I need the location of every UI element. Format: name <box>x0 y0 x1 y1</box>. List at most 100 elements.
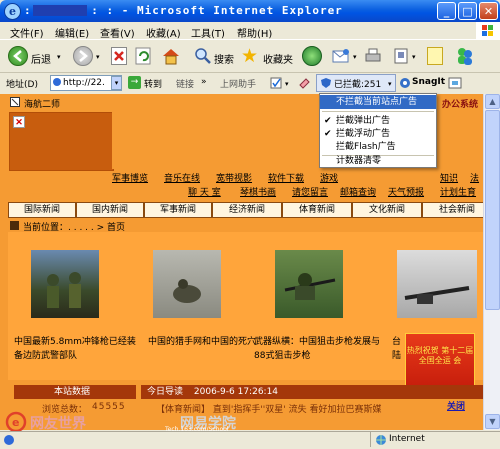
stop-icon[interactable] <box>111 47 127 65</box>
edit-dropdown-icon[interactable]: ▾ <box>412 53 416 61</box>
news-caption[interactable]: 中国的猎手网和中国的死穴 <box>148 335 260 349</box>
back-dropdown-icon[interactable]: ▾ <box>57 53 61 61</box>
nav-link[interactable]: 天气预报 <box>388 185 424 198</box>
menu-tools[interactable]: 工具(T) <box>191 25 225 40</box>
menu-item-reset-counter[interactable]: 计数器清零 <box>320 154 436 168</box>
address-label: 地址(D) <box>6 80 38 90</box>
mail-icon[interactable] <box>332 47 352 65</box>
nav-link[interactable]: 聊 天 室 <box>188 185 221 198</box>
nav-link[interactable]: 请您留言 <box>292 185 328 198</box>
mail-dropdown-icon[interactable]: ▾ <box>353 53 357 61</box>
scroll-up-icon[interactable]: ▲ <box>485 94 500 109</box>
news-photo[interactable] <box>31 250 99 318</box>
tab-international-news[interactable]: 国际新闻 <box>8 202 76 218</box>
search-button[interactable]: 搜索 <box>214 51 234 66</box>
nav-link[interactable]: 法 <box>470 171 479 184</box>
tab-domestic-news[interactable]: 国内新闻 <box>76 202 144 218</box>
globe-icon <box>375 434 387 446</box>
status-page-icon <box>3 434 15 446</box>
helper-button[interactable]: 上网助手 <box>220 77 256 90</box>
home-icon[interactable] <box>161 46 181 66</box>
close-button[interactable]: ✕ <box>479 2 498 20</box>
breadcrumb-bullet-icon <box>10 221 19 230</box>
print-icon[interactable] <box>364 47 382 65</box>
nav-link[interactable]: 邮箱查询 <box>340 185 376 198</box>
news-photo[interactable] <box>397 250 477 318</box>
menu-help[interactable]: 帮助(H) <box>237 25 272 40</box>
tab-economic-news[interactable]: 经济新闻 <box>212 202 282 218</box>
page-icon <box>53 78 61 86</box>
menu-file[interactable]: 文件(F) <box>10 25 44 40</box>
tab-military-news[interactable]: 军事新闻 <box>144 202 212 218</box>
forward-dropdown-icon[interactable]: ▾ <box>96 53 100 61</box>
menu-favorites[interactable]: 收藏(A) <box>146 25 181 40</box>
snagit-button[interactable]: SnagIt <box>412 77 445 87</box>
go-arrow-icon[interactable]: → <box>128 76 141 89</box>
search-icon[interactable] <box>194 47 212 65</box>
nav-link[interactable]: 游戏 <box>320 171 338 184</box>
news-photo[interactable] <box>275 250 343 318</box>
eraser-icon[interactable] <box>298 76 311 89</box>
ie-icon: e <box>4 3 21 20</box>
go-button[interactable]: 转到 <box>144 77 162 90</box>
nav-link[interactable]: 军事博览 <box>112 171 148 184</box>
security-zone: Internet <box>389 434 425 444</box>
blocker-dropdown-icon[interactable]: ▾ <box>388 80 392 88</box>
nav-link[interactable]: 软件下载 <box>268 171 304 184</box>
tab-culture-news[interactable]: 文化新闻 <box>352 202 422 218</box>
maximize-button[interactable]: □ <box>458 2 477 20</box>
nav-link[interactable]: 知识 <box>440 171 458 184</box>
menu-item-block-popup[interactable]: ✔ 拦截弹出广告 <box>320 114 436 128</box>
blocked-count: 已拦截:251 <box>334 80 382 90</box>
scroll-down-icon[interactable]: ▼ <box>485 414 500 429</box>
media-icon[interactable] <box>302 46 322 66</box>
broken-image-icon: ✕ <box>13 116 25 128</box>
helper-tool-icon[interactable] <box>269 76 283 90</box>
notes-icon[interactable] <box>427 47 443 65</box>
vertical-scrollbar[interactable]: ▲ ▼ <box>483 94 500 430</box>
news-caption[interactable]: 中国最新5.8mm冲锋枪已经装备边防武警部队 <box>14 335 139 363</box>
guide-header: 今日导读 2006-9-6 17:26:14 <box>141 385 498 399</box>
scroll-thumb[interactable] <box>485 110 500 310</box>
address-dropdown-icon[interactable]: ▾ <box>111 76 122 90</box>
back-arrow-icon[interactable] <box>8 46 28 66</box>
nav-link[interactable]: 音乐在线 <box>164 171 200 184</box>
menu-item-block-flash[interactable]: 拦截Flash广告 <box>320 140 436 154</box>
refresh-icon[interactable] <box>135 47 153 65</box>
nav-link[interactable]: 宽带视影 <box>216 171 252 184</box>
status-divider <box>370 432 371 447</box>
helper-dropdown-icon[interactable]: ▾ <box>285 80 289 88</box>
menu-view[interactable]: 查看(V) <box>100 25 135 40</box>
favorites-star-icon[interactable]: ★ <box>241 46 261 66</box>
tab-sports-news[interactable]: 体育新闻 <box>282 202 352 218</box>
forward-arrow-icon[interactable] <box>73 46 93 66</box>
menu-separator <box>322 111 434 112</box>
nav-link[interactable]: 计划生育 <box>440 185 476 198</box>
office-system-link[interactable]: 办公系统 <box>442 97 478 110</box>
edit-page-icon[interactable] <box>393 47 411 65</box>
news-tabs: 国际新闻 国内新闻 军事新闻 经济新闻 体育新闻 文化新闻 社会新闻 <box>8 202 496 218</box>
news-photo[interactable] <box>153 250 221 318</box>
snagit-icon[interactable] <box>399 77 411 89</box>
back-button[interactable]: 后退 <box>31 51 51 66</box>
stats-header: 本站数据 <box>14 385 136 399</box>
status-bar <box>0 431 500 449</box>
shield-icon <box>320 77 332 89</box>
chevron-more-icon[interactable]: » <box>201 77 207 87</box>
capture-icon[interactable] <box>448 76 462 90</box>
links-label[interactable]: 链接 <box>176 77 194 90</box>
menu-edit[interactable]: 编辑(E) <box>55 25 89 40</box>
messenger-icon[interactable] <box>454 46 476 66</box>
nav-link[interactable]: 琴棋书画 <box>240 185 276 198</box>
favorites-button[interactable]: 收藏夹 <box>263 51 293 66</box>
menu-item-unblock-site[interactable]: 不拦截当前站点广告 <box>320 95 436 109</box>
news-caption[interactable]: 台 陆 <box>392 335 404 363</box>
svg-text:e: e <box>12 416 19 429</box>
news-caption[interactable]: 武器纵横：中国狙击步枪发展与88式狙击步枪 <box>254 335 388 363</box>
tab-society-news[interactable]: 社会新闻 <box>422 202 492 218</box>
minimize-button[interactable]: _ <box>437 2 456 20</box>
watermark: e 网友世界 网易学院 Tech.163.com/School <box>0 411 300 433</box>
redacted-title-part <box>33 5 87 16</box>
menu-item-block-float[interactable]: ✔ 拦截浮动广告 <box>320 127 436 141</box>
checkmark-icon: ✔ <box>324 116 332 126</box>
